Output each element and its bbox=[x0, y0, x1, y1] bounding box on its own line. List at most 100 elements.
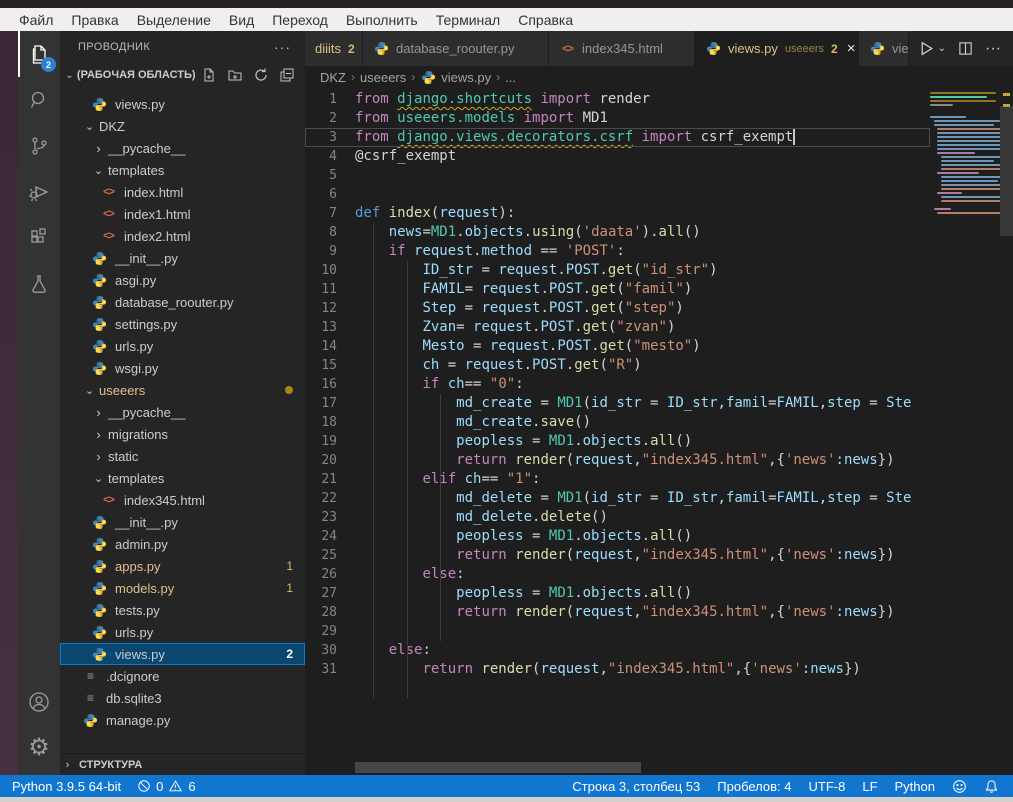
line-number[interactable]: 23 bbox=[305, 508, 355, 527]
code-line[interactable]: 29 bbox=[305, 622, 930, 641]
new-file-icon[interactable] bbox=[199, 65, 219, 85]
tree-item-index1.html[interactable]: <>index1.html bbox=[60, 203, 305, 225]
run-debug-icon[interactable] bbox=[18, 169, 60, 215]
tree-folder-DKZ[interactable]: ⌄DKZ bbox=[60, 115, 305, 137]
breadcrumb-item-DKZ[interactable]: DKZ bbox=[320, 70, 346, 85]
tree-item-.dcignore[interactable]: ≡.dcignore bbox=[60, 665, 305, 687]
tree-folder-migrations[interactable]: ›migrations bbox=[60, 423, 305, 445]
tree-item-admin.py[interactable]: admin.py bbox=[60, 533, 305, 555]
explorer-icon[interactable]: 2 bbox=[18, 31, 60, 77]
tab-diiits[interactable]: diiits2 bbox=[305, 31, 363, 66]
tab-database_roouter.py[interactable]: database_roouter.py bbox=[363, 31, 549, 66]
line-number[interactable]: 31 bbox=[305, 660, 355, 679]
tree-item-database_roouter.py[interactable]: database_roouter.py bbox=[60, 291, 305, 313]
tree-item-views.py[interactable]: views.py bbox=[60, 93, 305, 115]
run-button[interactable]: ⌄ bbox=[918, 40, 946, 57]
new-folder-icon[interactable] bbox=[225, 65, 245, 85]
code-editor[interactable]: 1from django.shortcuts import render2fro… bbox=[305, 90, 930, 761]
tree-item-wsgi.py[interactable]: wsgi.py bbox=[60, 357, 305, 379]
line-number[interactable]: 5 bbox=[305, 166, 355, 185]
code-line[interactable]: 15 ch = request.POST.get("R") bbox=[305, 356, 930, 375]
code-line[interactable]: 21 elif ch== "1": bbox=[305, 470, 930, 489]
split-editor-icon[interactable] bbox=[958, 41, 973, 56]
line-number[interactable]: 4 bbox=[305, 147, 355, 166]
tree-item-settings.py[interactable]: settings.py bbox=[60, 313, 305, 335]
code-line[interactable]: 2from useeers.models import MD1 bbox=[305, 109, 930, 128]
line-number[interactable]: 19 bbox=[305, 432, 355, 451]
tree-item-__init__.py[interactable]: __init__.py bbox=[60, 247, 305, 269]
code-line[interactable]: 9 if request.method == 'POST': bbox=[305, 242, 930, 261]
python-interpreter-status[interactable]: Python 3.9.5 64-bit bbox=[12, 779, 121, 794]
account-icon[interactable] bbox=[18, 679, 60, 725]
code-line[interactable]: 25 return render(request,"index345.html"… bbox=[305, 546, 930, 565]
code-line[interactable]: 26 else: bbox=[305, 565, 930, 584]
tree-folder-__pycache__[interactable]: ›__pycache__ bbox=[60, 137, 305, 159]
menu-item-Файл[interactable]: Файл bbox=[10, 8, 62, 31]
code-line[interactable]: 16 if ch== "0": bbox=[305, 375, 930, 394]
code-line[interactable]: 14 Mesto = request.POST.get("mesto") bbox=[305, 337, 930, 356]
code-line[interactable]: 19 peopless = MD1.objects.all() bbox=[305, 432, 930, 451]
tree-item-asgi.py[interactable]: asgi.py bbox=[60, 269, 305, 291]
line-number[interactable]: 2 bbox=[305, 109, 355, 128]
horizontal-scrollbar[interactable] bbox=[355, 762, 641, 773]
code-line[interactable]: 27 peopless = MD1.objects.all() bbox=[305, 584, 930, 603]
code-line[interactable]: 4@csrf_exempt bbox=[305, 147, 930, 166]
code-line[interactable]: 13 Zvan= request.POST.get("zvan") bbox=[305, 318, 930, 337]
line-number[interactable]: 10 bbox=[305, 261, 355, 280]
language-mode-status[interactable]: Python bbox=[895, 779, 935, 794]
line-number[interactable]: 18 bbox=[305, 413, 355, 432]
tree-folder-templates[interactable]: ⌄templates bbox=[60, 467, 305, 489]
settings-gear-icon[interactable]: ⚙ bbox=[18, 725, 60, 771]
code-line[interactable]: 7def index(request): bbox=[305, 204, 930, 223]
tree-item-urls.py[interactable]: urls.py bbox=[60, 335, 305, 357]
tree-item-manage.py[interactable]: manage.py bbox=[60, 709, 305, 731]
line-number[interactable]: 17 bbox=[305, 394, 355, 413]
code-line[interactable]: 11 FAMIL= request.POST.get("famil") bbox=[305, 280, 930, 299]
tab-views.py[interactable]: views.pyuseeers2× bbox=[695, 31, 859, 66]
code-line[interactable]: 17 md_create = MD1(id_str = ID_str,famil… bbox=[305, 394, 930, 413]
eol-status[interactable]: LF bbox=[862, 779, 877, 794]
code-line[interactable]: 28 return render(request,"index345.html"… bbox=[305, 603, 930, 622]
tree-item-apps.py[interactable]: apps.py1 bbox=[60, 555, 305, 577]
tree-folder-templates[interactable]: ⌄templates bbox=[60, 159, 305, 181]
more-actions-icon[interactable]: ··· bbox=[985, 40, 1001, 58]
line-number[interactable]: 9 bbox=[305, 242, 355, 261]
tree-folder-__pycache__[interactable]: ›__pycache__ bbox=[60, 401, 305, 423]
tree-item-urls.py[interactable]: urls.py bbox=[60, 621, 305, 643]
tree-item-index.html[interactable]: <>index.html bbox=[60, 181, 305, 203]
line-number[interactable]: 6 bbox=[305, 185, 355, 204]
tab-index345.html[interactable]: <>index345.html bbox=[549, 31, 695, 66]
explorer-more-actions-icon[interactable]: ··· bbox=[274, 39, 291, 55]
tree-item-tests.py[interactable]: tests.py bbox=[60, 599, 305, 621]
code-line[interactable]: 31 return render(request,"index345.html"… bbox=[305, 660, 930, 679]
line-number[interactable]: 29 bbox=[305, 622, 355, 641]
menu-item-Терминал[interactable]: Терминал bbox=[427, 8, 509, 31]
breadcrumb-item-views.py[interactable]: views.py bbox=[420, 70, 491, 85]
line-number[interactable]: 16 bbox=[305, 375, 355, 394]
line-number[interactable]: 20 bbox=[305, 451, 355, 470]
line-number[interactable]: 28 bbox=[305, 603, 355, 622]
menu-item-Вид[interactable]: Вид bbox=[220, 8, 263, 31]
tree-item-views.py[interactable]: views.py2 bbox=[60, 643, 305, 665]
source-control-icon[interactable] bbox=[18, 123, 60, 169]
line-number[interactable]: 7 bbox=[305, 204, 355, 223]
code-line[interactable]: 20 return render(request,"index345.html"… bbox=[305, 451, 930, 470]
line-number[interactable]: 15 bbox=[305, 356, 355, 375]
code-line[interactable]: 6 bbox=[305, 185, 930, 204]
problems-status[interactable]: 0 6 bbox=[137, 779, 195, 794]
line-number[interactable]: 26 bbox=[305, 565, 355, 584]
line-number[interactable]: 22 bbox=[305, 489, 355, 508]
line-number[interactable]: 25 bbox=[305, 546, 355, 565]
code-line[interactable]: 24 peopless = MD1.objects.all() bbox=[305, 527, 930, 546]
refresh-icon[interactable] bbox=[251, 65, 271, 85]
tree-item-index2.html[interactable]: <>index2.html bbox=[60, 225, 305, 247]
line-number[interactable]: 13 bbox=[305, 318, 355, 337]
menu-item-Правка[interactable]: Правка bbox=[62, 8, 127, 31]
code-line[interactable]: 10 ID_str = request.POST.get("id_str") bbox=[305, 261, 930, 280]
encoding-status[interactable]: UTF-8 bbox=[809, 779, 846, 794]
line-number[interactable]: 8 bbox=[305, 223, 355, 242]
breadcrumb-item-...[interactable]: ... bbox=[505, 70, 516, 85]
code-line[interactable]: 12 Step = request.POST.get("step") bbox=[305, 299, 930, 318]
feedback-smiley-icon[interactable] bbox=[952, 779, 967, 794]
notifications-bell-icon[interactable] bbox=[984, 779, 999, 794]
